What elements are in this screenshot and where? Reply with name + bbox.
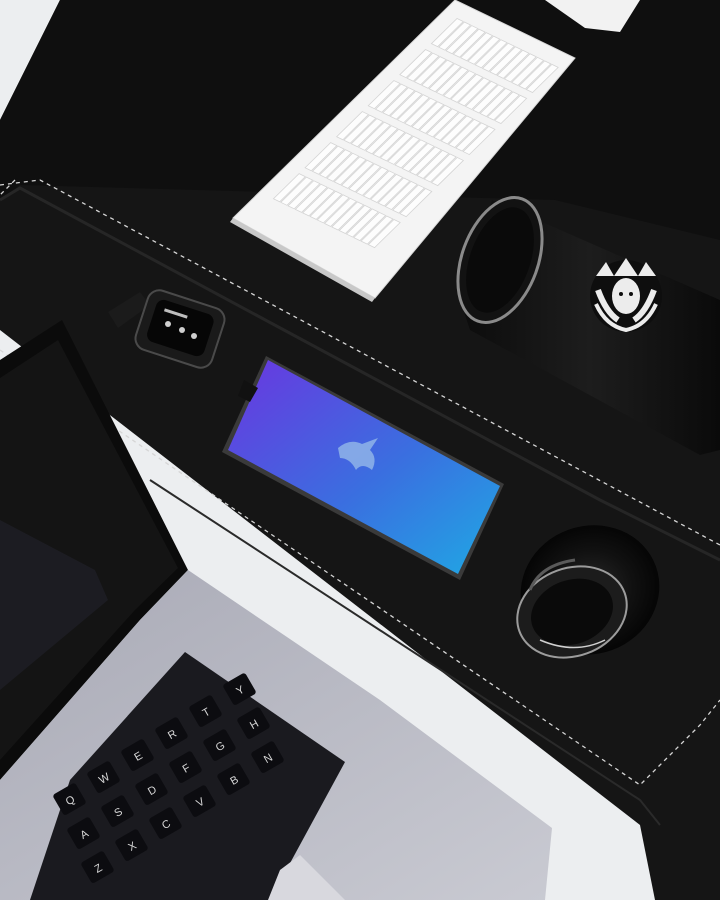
desk-scene: QWERTYASDFGHZXCVBN	[0, 0, 720, 900]
scene-svg: QWERTYASDFGHZXCVBN	[0, 0, 720, 900]
